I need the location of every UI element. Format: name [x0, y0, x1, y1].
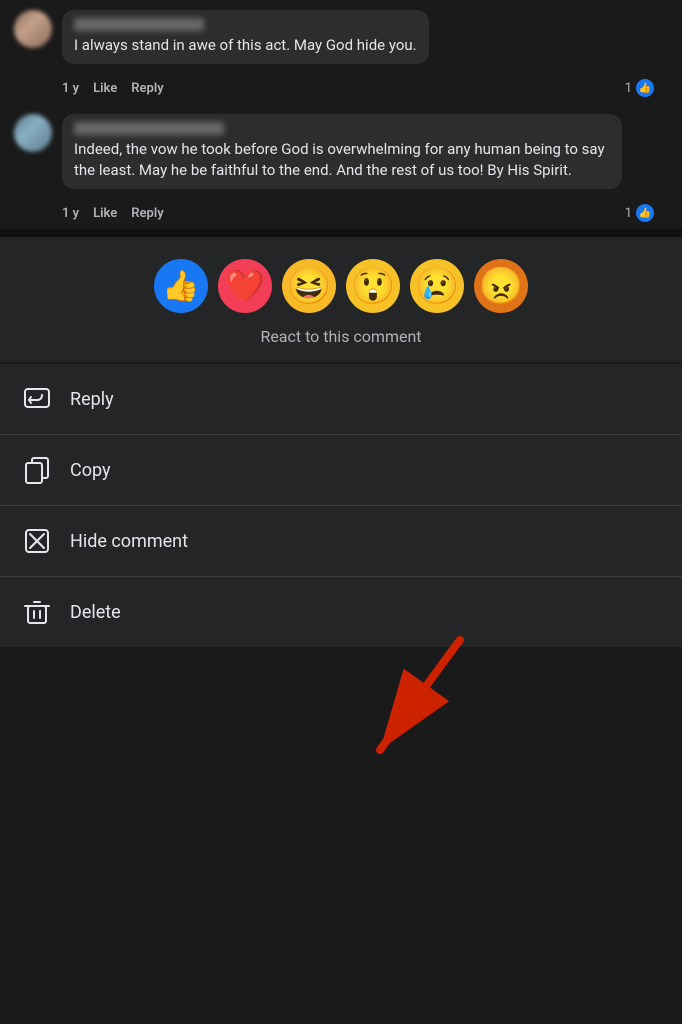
reply-button-2[interactable]: Reply [131, 206, 163, 221]
delete-icon [22, 597, 52, 627]
comment-text-2: Indeed, the vow he took before God is ov… [74, 139, 610, 181]
avatar-2 [14, 114, 52, 152]
like-count-num-2: 1 [625, 206, 632, 221]
menu-label-reply: Reply [70, 389, 114, 410]
comment-bubble-1: I always stand in awe of this act. May G… [62, 10, 429, 64]
menu-label-copy: Copy [70, 460, 111, 481]
menu-label-delete: Delete [70, 602, 121, 623]
like-icon-1: 👍 [636, 79, 654, 97]
hide-icon [22, 526, 52, 556]
reaction-haha[interactable]: 😆 [282, 259, 336, 313]
menu-item-delete[interactable]: Delete [0, 577, 682, 647]
comment-block-2: Indeed, the vow he took before God is ov… [0, 104, 682, 199]
comment-age-1: 1 y [62, 81, 79, 96]
comment-name-1 [74, 18, 204, 31]
comment-name-2 [74, 122, 224, 135]
reaction-angry[interactable]: 😠 [474, 259, 528, 313]
reaction-like[interactable]: 👍 [154, 259, 208, 313]
avatar-1 [14, 10, 52, 48]
comment-text-1: I always stand in awe of this act. May G… [74, 35, 417, 56]
comment-block-1: I always stand in awe of this act. May G… [0, 0, 682, 74]
comment-actions-1: 1 y Like Reply 1 👍 [0, 74, 682, 102]
reaction-label: React to this comment [14, 327, 668, 346]
like-button-2[interactable]: Like [93, 206, 117, 221]
reaction-love[interactable]: ❤️ [218, 259, 272, 313]
menu-item-reply[interactable]: Reply [0, 364, 682, 435]
like-icon-2: 👍 [636, 204, 654, 222]
menu-section: Reply Copy Hide comment [0, 364, 682, 647]
like-count-num-1: 1 [625, 81, 632, 96]
reaction-sad[interactable]: 😢 [410, 259, 464, 313]
comment-bubble-2: Indeed, the vow he took before God is ov… [62, 114, 622, 189]
copy-icon [22, 455, 52, 485]
reply-icon [22, 384, 52, 414]
like-count-2: 1 👍 [625, 204, 654, 222]
reaction-wow[interactable]: 😲 [346, 259, 400, 313]
menu-item-copy[interactable]: Copy [0, 435, 682, 506]
reaction-section: 👍 ❤️ 😆 😲 😢 😠 React to this comment [0, 237, 682, 362]
comment-age-2: 1 y [62, 206, 79, 221]
like-button-1[interactable]: Like [93, 81, 117, 96]
menu-label-hide: Hide comment [70, 531, 188, 552]
reaction-bar: 👍 ❤️ 😆 😲 😢 😠 [14, 259, 668, 313]
comment-actions-2: 1 y Like Reply 1 👍 [0, 199, 682, 227]
like-count-1: 1 👍 [625, 79, 654, 97]
comments-section: I always stand in awe of this act. May G… [0, 0, 682, 227]
section-divider [0, 229, 682, 237]
reply-button-1[interactable]: Reply [131, 81, 163, 96]
menu-item-hide[interactable]: Hide comment [0, 506, 682, 577]
arrow-annotation [300, 630, 500, 774]
